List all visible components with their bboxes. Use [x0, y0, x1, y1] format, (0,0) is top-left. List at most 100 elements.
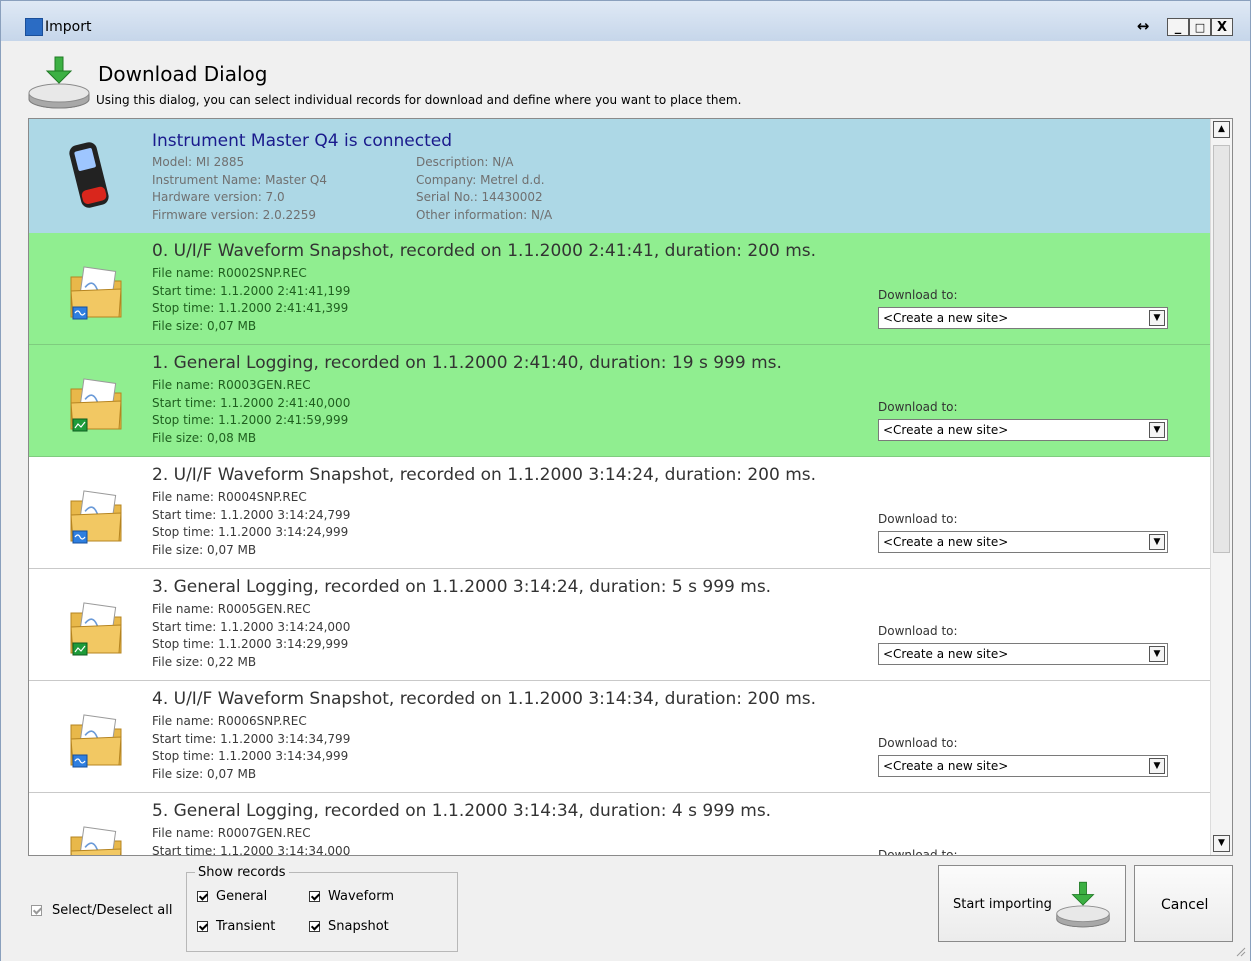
download-to-value: <Create a new site>: [883, 311, 1009, 325]
records-list[interactable]: Instrument Master Q4 is connected Model:…: [28, 118, 1233, 856]
record-stop-time: Stop time: 1.1.2000 3:14:34,999: [152, 749, 349, 764]
record-row[interactable]: 3. General Logging, recorded on 1.1.2000…: [29, 569, 1210, 681]
record-stop-time: Stop time: 1.1.2000 3:14:29,999: [152, 637, 349, 652]
scroll-thumb[interactable]: [1213, 145, 1230, 553]
download-to-label: Download to:: [878, 400, 958, 414]
record-title: 4. U/I/F Waveform Snapshot, recorded on …: [152, 689, 817, 709]
record-file-size: File size: 0,22 MB: [152, 654, 257, 669]
record-title: 3. General Logging, recorded on 1.1.2000…: [152, 577, 772, 597]
instrument-row: Instrument Master Q4 is connected Model:…: [29, 119, 1210, 234]
record-stop-time: Stop time: 1.1.2000 2:41:41,399: [152, 301, 349, 316]
minimize-button[interactable]: _: [1167, 18, 1189, 36]
record-start-time: Start time: 1.1.2000 2:41:40,000: [152, 395, 351, 410]
record-file-name: File name: R0005GEN.REC: [152, 602, 311, 616]
instrument-description: Description: N/A: [416, 155, 514, 169]
download-to-dropdown[interactable]: <Create a new site> ▼: [878, 419, 1168, 441]
snapshot-checkbox[interactable]: Snapshot: [309, 919, 389, 934]
record-row[interactable]: 4. U/I/F Waveform Snapshot, recorded on …: [29, 681, 1210, 793]
dialog-title: Download Dialog: [98, 62, 268, 86]
record-stop-time: Stop time: 1.1.2000 2:41:59,999: [152, 413, 349, 428]
download-to-label: Download to:: [878, 288, 958, 302]
waveform-snapshot-file-icon: [70, 714, 122, 768]
record-start-time: Start time: 1.1.2000 3:14:24,799: [152, 507, 351, 522]
show-records-label: Show records: [195, 865, 289, 880]
firmware-version: Firmware version: 2.0.2259: [152, 207, 317, 222]
record-row[interactable]: 0. U/I/F Waveform Snapshot, recorded on …: [29, 233, 1210, 345]
checkbox-icon[interactable]: [309, 921, 320, 932]
download-drive-icon: [1056, 881, 1110, 928]
record-row[interactable]: 5. General Logging, recorded on 1.1.2000…: [29, 793, 1210, 855]
scroll-down-icon[interactable]: ▼: [1213, 835, 1230, 852]
checkbox-icon[interactable]: [31, 905, 42, 916]
start-importing-button[interactable]: Start importing: [938, 865, 1126, 942]
transient-checkbox[interactable]: Transient: [197, 919, 275, 934]
chevron-down-icon[interactable]: ▼: [1149, 422, 1165, 438]
instrument-model: Model: MI 2885: [152, 155, 245, 169]
instrument-name: Instrument Name: Master Q4: [152, 172, 327, 187]
snapshot-label: Snapshot: [328, 919, 389, 934]
instrument-details-left: Model: MI 2885 Instrument Name: Master Q…: [152, 154, 327, 224]
record-file-size: File size: 0,07 MB: [152, 318, 257, 333]
general-logging-file-icon: [70, 602, 122, 656]
record-file-name: File name: R0006SNP.REC: [152, 714, 307, 728]
general-label: General: [216, 889, 268, 904]
record-start-time: Start time: 1.1.2000 3:14:34,799: [152, 731, 351, 746]
instrument-details-right: Description: N/A Company: Metrel d.d. Se…: [416, 154, 552, 224]
record-details: File name: R0006SNP.REC Start time: 1.1.2…: [152, 713, 350, 783]
instrument-serial: Serial No.: 14430002: [416, 190, 543, 205]
record-details: File name: R0003GEN.REC Start time: 1.1.2…: [152, 377, 350, 447]
general-logging-file-icon: [70, 826, 122, 855]
download-to-label: Download to:: [878, 736, 958, 750]
instrument-company: Company: Metrel d.d.: [416, 172, 545, 187]
record-row[interactable]: 1. General Logging, recorded on 1.1.2000…: [29, 345, 1210, 457]
waveform-label: Waveform: [328, 889, 394, 904]
title-bar[interactable]: Import ↔ _ □ X: [1, 1, 1250, 41]
record-details: File name: R0002SNP.REC Start time: 1.1.2…: [152, 265, 350, 335]
hardware-version: Hardware version: 7.0: [152, 190, 285, 205]
download-to-dropdown[interactable]: <Create a new site> ▼: [878, 755, 1168, 777]
dialog-footer: Select/Deselect all Show records General…: [1, 857, 1250, 961]
show-records-group: Show records General Waveform Transient …: [186, 865, 458, 952]
checkbox-icon[interactable]: [197, 921, 208, 932]
record-row[interactable]: 2. U/I/F Waveform Snapshot, recorded on …: [29, 457, 1210, 569]
chevron-down-icon[interactable]: ▼: [1149, 646, 1165, 662]
cancel-button[interactable]: Cancel: [1134, 865, 1233, 942]
general-checkbox[interactable]: General: [197, 889, 267, 904]
select-all-checkbox[interactable]: Select/Deselect all: [31, 903, 172, 918]
scroll-up-icon[interactable]: ▲: [1213, 121, 1230, 138]
download-drive-icon: [28, 56, 90, 109]
download-to-value: <Create a new site>: [883, 535, 1009, 549]
close-button[interactable]: X: [1211, 18, 1233, 36]
record-title: 5. General Logging, recorded on 1.1.2000…: [152, 801, 772, 821]
vertical-scrollbar[interactable]: ▲ ▼: [1210, 119, 1232, 855]
general-logging-file-icon: [70, 378, 122, 432]
chevron-down-icon[interactable]: ▼: [1149, 534, 1165, 550]
resize-arrows-icon[interactable]: ↔: [1132, 18, 1154, 36]
download-to-label: Download to:: [878, 624, 958, 638]
window-title: Import: [45, 19, 92, 35]
waveform-snapshot-file-icon: [70, 266, 122, 320]
maximize-button[interactable]: □: [1189, 18, 1211, 36]
dialog-header: Download Dialog Using this dialog, you c…: [1, 41, 1250, 117]
download-to-dropdown[interactable]: <Create a new site> ▼: [878, 531, 1168, 553]
instrument-title: Instrument Master Q4 is connected: [152, 131, 452, 151]
record-file-name: File name: R0004SNP.REC: [152, 490, 307, 504]
record-start-time: Start time: 1.1.2000 3:14:24,000: [152, 619, 351, 634]
download-to-dropdown[interactable]: <Create a new site> ▼: [878, 307, 1168, 329]
checkbox-icon[interactable]: [197, 891, 208, 902]
record-stop-time: Stop time: 1.1.2000 3:14:24,999: [152, 525, 349, 540]
record-file-size: File size: 0,07 MB: [152, 542, 257, 557]
download-to-label: Download to:: [878, 512, 958, 526]
waveform-snapshot-file-icon: [70, 490, 122, 544]
chevron-down-icon[interactable]: ▼: [1149, 310, 1165, 326]
import-window: Import ↔ _ □ X Download Dialog Using thi…: [0, 0, 1251, 961]
app-icon: [25, 18, 43, 36]
waveform-checkbox[interactable]: Waveform: [309, 889, 394, 904]
start-importing-label: Start importing: [953, 897, 1052, 912]
resize-grip-icon[interactable]: [1234, 945, 1246, 957]
checkbox-icon[interactable]: [309, 891, 320, 902]
record-file-size: File size: 0,07 MB: [152, 766, 257, 781]
download-to-dropdown[interactable]: <Create a new site> ▼: [878, 643, 1168, 665]
cancel-label: Cancel: [1161, 897, 1209, 913]
chevron-down-icon[interactable]: ▼: [1149, 758, 1165, 774]
